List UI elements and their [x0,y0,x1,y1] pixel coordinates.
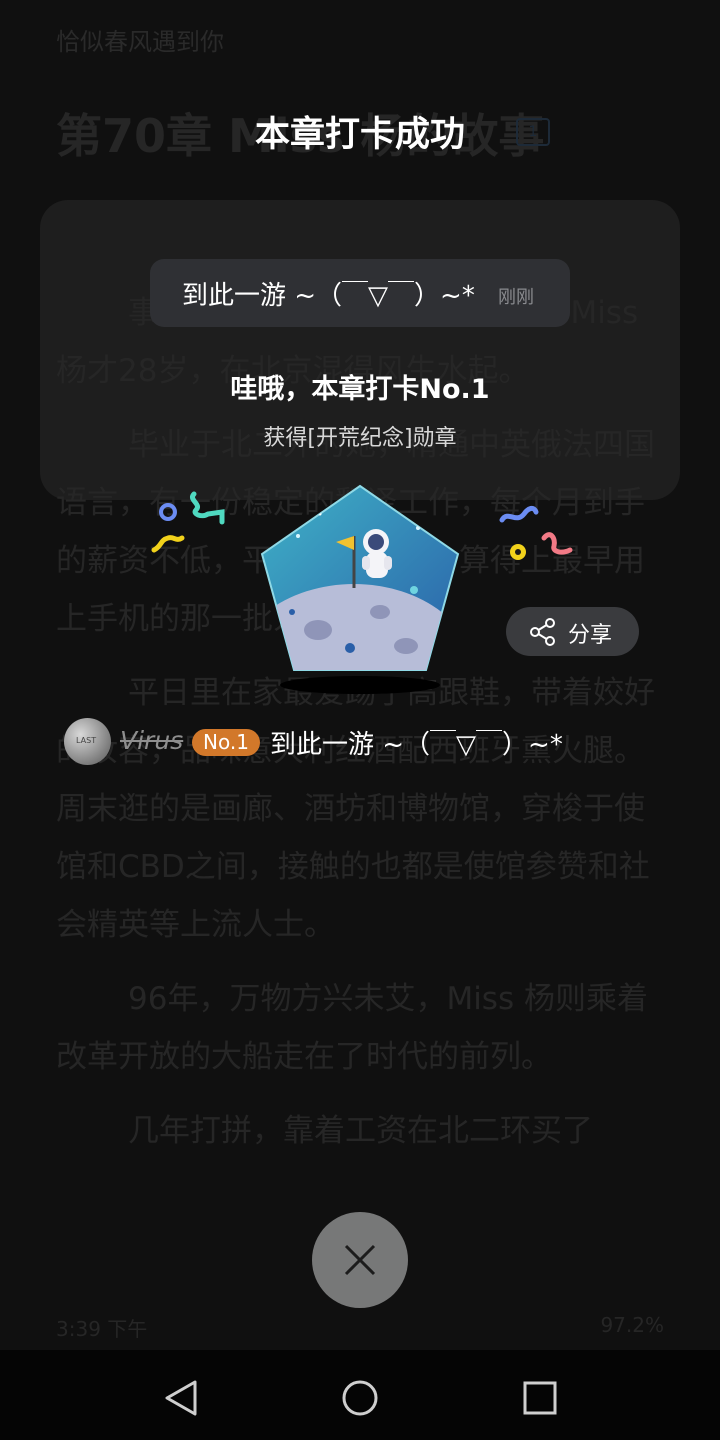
avatar-text: LAST [76,736,97,745]
home-circle-icon[interactable] [340,1378,380,1418]
medal-award-text: 获得[开荒纪念]勋章 [263,426,457,451]
avatar[interactable]: LAST [64,718,111,765]
share-icon [530,618,555,646]
footer-time: 3:39 下午 [56,1317,148,1341]
comment-time: 刚刚 [498,287,534,308]
close-icon [344,1244,376,1276]
share-label: 分享 [568,623,613,648]
system-nav-bar [0,1350,720,1440]
paragraph: 平日里在家最爱踢了高跟鞋，带着姣好的妆容，品味意大利红酒配西班牙熏火腿。周末逛的… [56,675,655,943]
confetti-left-icon [151,491,225,553]
rank-headline: 哇哦，本章打卡No.1 [230,374,490,405]
footer-progress: 97.2% [600,1313,664,1337]
confetti-right-icon [499,505,573,560]
user-comment-text: 到此一游 ~（￣▽￣）~* [270,730,563,760]
paragraph: 96年，万物方兴未艾，Miss 杨则乘着改革开放的大船走在了时代的前列。 [56,981,648,1075]
recent-square-icon[interactable] [520,1378,560,1418]
username[interactable]: Virus [120,726,183,755]
my-comment-bubble: 到此一游 ~（￣▽￣）~* 刚刚 [150,259,570,327]
pioneer-medal-icon [260,484,460,671]
share-button[interactable]: 分享 [506,607,639,656]
popup-title: 本章打卡成功 [254,115,465,155]
paragraph: 几年打拼，靠着工资在北二环买了 [128,1113,593,1149]
back-triangle-icon[interactable] [161,1378,201,1418]
rank-badge: No.1 [192,729,260,756]
close-button[interactable] [312,1212,408,1308]
medal-shadow [280,676,440,694]
book-title: 恰似春风遇到你 [56,28,224,56]
my-comment-text: 到此一游 ~（￣▽￣）~* [182,281,475,311]
